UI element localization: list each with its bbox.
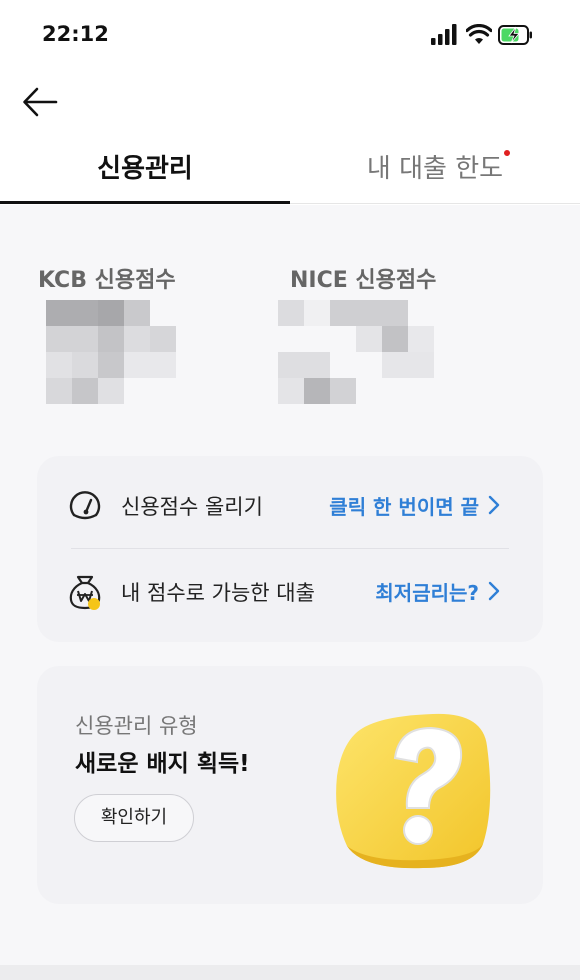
wifi-icon [466,24,492,44]
nice-score-label: NICE 신용점수 [290,268,437,293]
raise-credit-score-action: 클릭 한 번이면 끝 [329,495,479,519]
active-tab-indicator [0,201,290,204]
badge-subtitle: 신용관리 유형 [75,714,198,738]
question-mark-badge-icon [336,713,491,869]
chevron-right-icon [488,581,500,601]
raise-credit-score-label: 신용점수 올리기 [121,495,263,519]
gauge-icon [69,491,101,520]
bottom-divider-strip [0,965,580,980]
chevron-right-icon [488,495,500,515]
back-arrow-icon [23,87,58,117]
nice-score-blurred [278,300,434,404]
available-loans-label: 내 점수로 가능한 대출 [121,581,315,605]
money-bag-won-icon [69,575,101,610]
confirm-button[interactable]: 확인하기 [74,794,194,842]
status-time: 22:12 [42,22,109,46]
kcb-score-blurred [46,300,202,404]
credit-menu-card: 신용점수 올리기 클릭 한 번이면 끝 내 점수로 가능한 대출 최저금리는? [37,456,543,642]
tab-my-loan-limit-label: 내 대출 한도 [366,154,504,184]
tab-credit-management-label: 신용관리 [97,154,193,184]
available-loans-action: 최저금리는? [375,581,479,605]
tab-bar: 신용관리 내 대출 한도 [0,140,580,204]
kcb-score-label: KCB 신용점수 [38,268,176,293]
signal-icon [431,24,457,45]
notification-dot [504,150,510,156]
battery-charging-icon [498,25,532,45]
back-button[interactable] [20,84,64,124]
badge-title: 새로운 배지 획득! [75,751,250,777]
status-bar: 22:12 [0,0,580,72]
tab-credit-management[interactable]: 신용관리 [0,140,290,204]
raise-credit-score-row[interactable]: 신용점수 올리기 클릭 한 번이면 끝 [37,462,543,550]
tab-my-loan-limit[interactable]: 내 대출 한도 [290,140,580,204]
badge-card: 신용관리 유형 새로운 배지 획득! 확인하기 [37,666,543,904]
available-loans-row[interactable]: 내 점수로 가능한 대출 최저금리는? [37,548,543,636]
